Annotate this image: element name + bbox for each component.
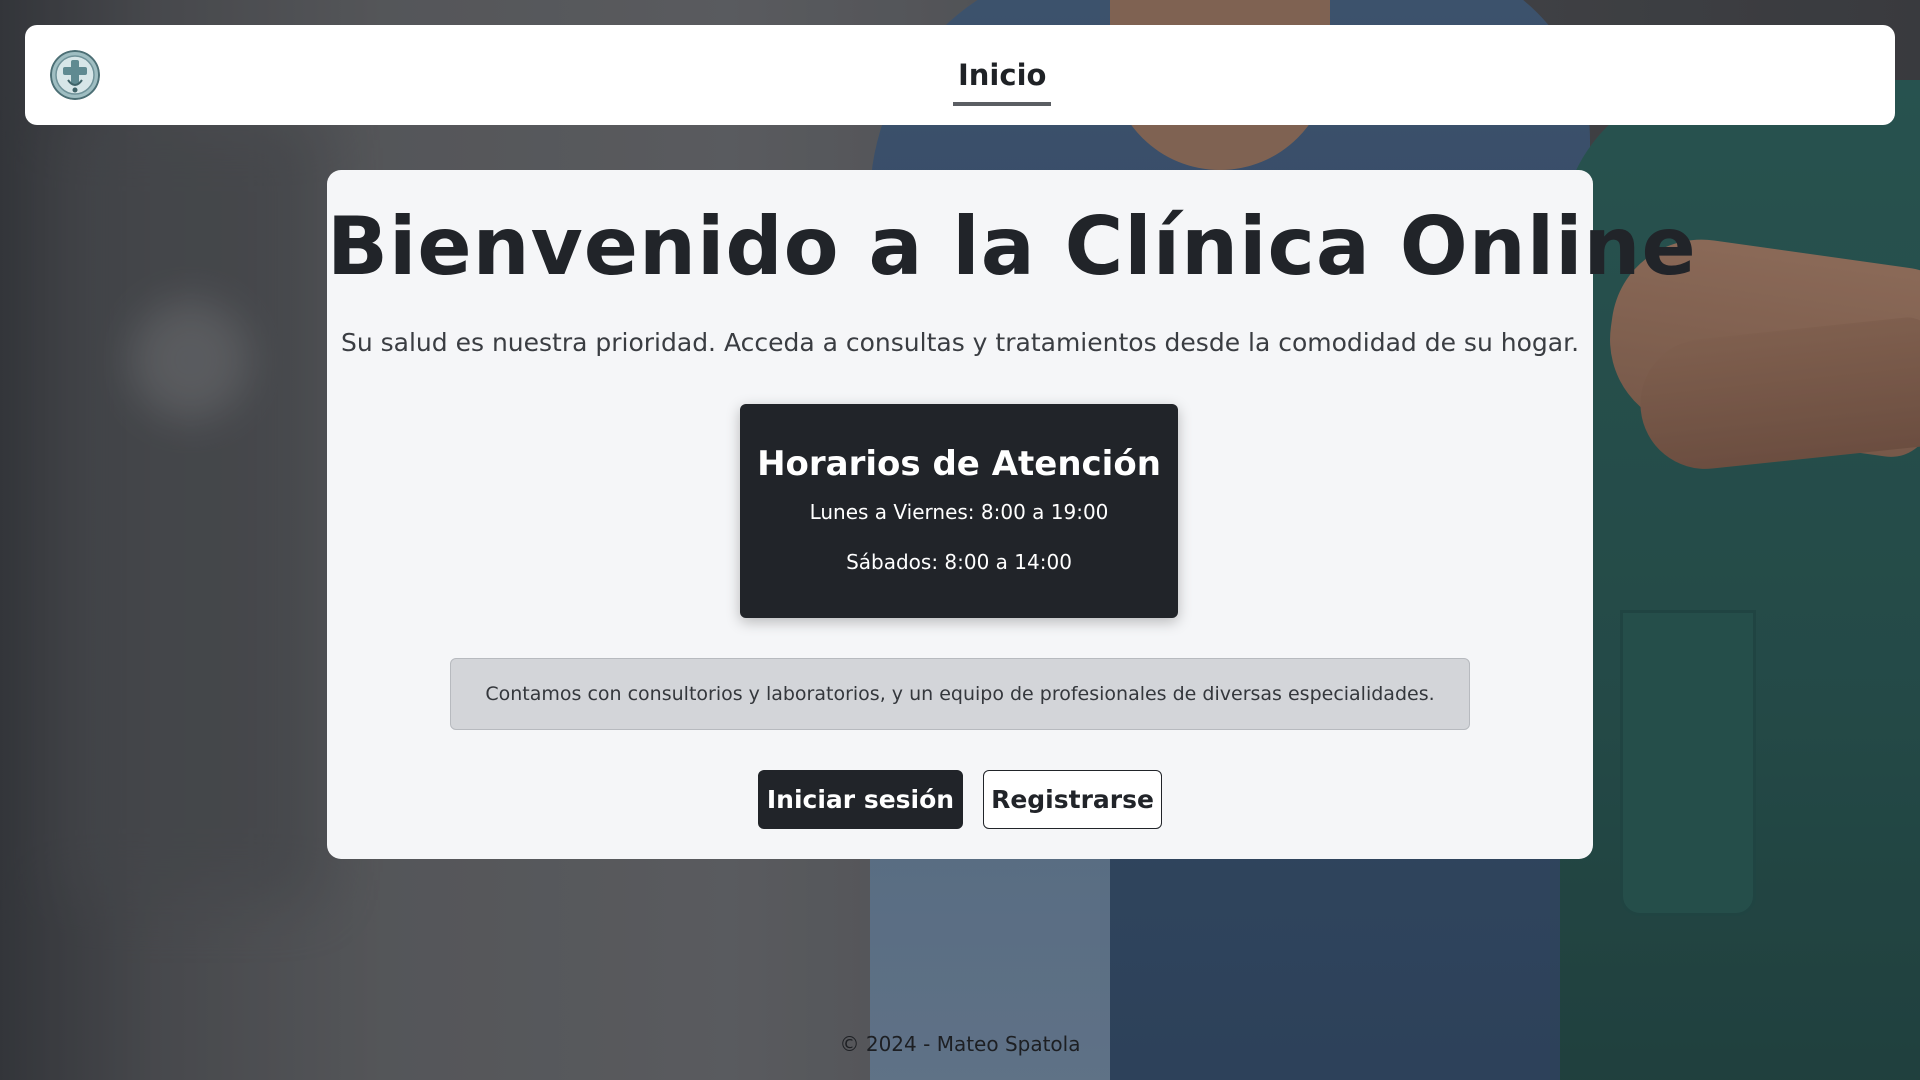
nav-link-label: Inicio [953, 58, 1052, 106]
nav-link-inicio[interactable]: Inicio [953, 25, 1052, 125]
welcome-card: Bienvenido a la Clínica Online Su salud … [327, 170, 1697, 859]
page-title: Bienvenido a la Clínica Online [327, 200, 1697, 293]
opening-hours-card: Horarios de Atención Lunes a Viernes: 8:… [740, 404, 1178, 618]
register-button[interactable]: Registrarse [983, 770, 1162, 829]
weekday-hours: Lunes a Viernes: 8:00 a 19:00 [809, 500, 1109, 524]
navbar: Inicio [25, 25, 1895, 125]
saturday-hours: Sábados: 8:00 a 14:00 [846, 550, 1072, 574]
footer-copyright: © 2024 - Mateo Spatola [839, 1032, 1081, 1056]
login-button[interactable]: Iniciar sesión [758, 770, 963, 829]
info-alert: Contamos con consultorios y laboratorios… [450, 658, 1470, 730]
opening-hours-title: Horarios de Atención [757, 444, 1161, 484]
clinic-logo-icon[interactable] [50, 50, 100, 100]
page-subtitle: Su salud es nuestra prioridad. Acceda a … [340, 328, 1580, 357]
page: Inicio Bienvenido a la Clínica Online Su… [0, 0, 1920, 1080]
